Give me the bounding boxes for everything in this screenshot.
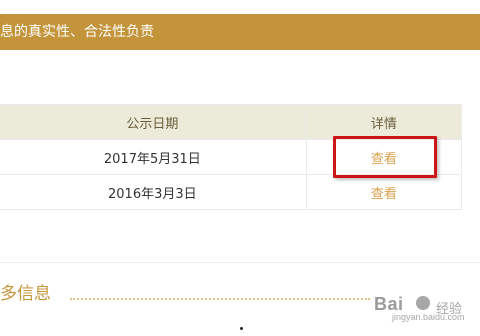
baidu-jingyan-watermark: Bai 经验 jingyan.baidu.com [364,292,480,322]
table-row: 2017年5月31日 查看 [0,139,463,175]
announcement-table: 公示日期 详情 2017年5月31日 查看 2016年3月3日 查看 [0,104,463,210]
notice-text: 息的真实性、合法性负责 [0,24,154,40]
table-cell-detail: 查看 [305,174,463,210]
table-header-row: 公示日期 详情 [0,104,463,140]
dot-mark [240,327,243,330]
more-info-heading: 多信息 [0,282,51,306]
view-details-link[interactable]: 查看 [371,152,397,167]
table-header-date: 公示日期 [0,104,307,140]
table-header-detail: 详情 [305,104,463,140]
more-info-title: 多信息 [0,284,51,304]
paw-icon [416,296,430,310]
dotted-separator [70,298,370,300]
view-details-link[interactable]: 查看 [371,187,397,202]
notice-banner: 息的真实性、合法性负责 [0,14,480,50]
table-row: 2016年3月3日 查看 [0,174,463,210]
table-cell-date: 2017年5月31日 [0,139,307,175]
table-cell-detail: 查看 [305,139,463,175]
watermark-url: jingyan.baidu.com [392,312,465,322]
section-divider [0,262,480,263]
table-cell-date: 2016年3月3日 [0,174,307,210]
